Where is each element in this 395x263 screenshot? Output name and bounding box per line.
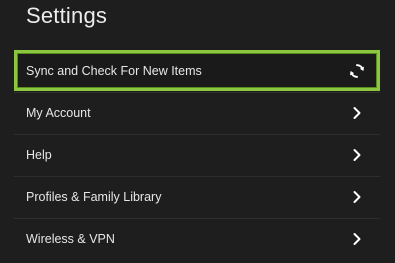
menu-item-profiles-family-library[interactable]: Profiles & Family Library [14, 176, 380, 217]
menu-item-label: Profiles & Family Library [26, 190, 162, 204]
menu-item-label: Wireless & VPN [26, 232, 115, 246]
menu-item-my-account[interactable]: My Account [14, 92, 380, 133]
chevron-right-icon [348, 104, 366, 122]
chevron-right-icon [348, 146, 366, 164]
chevron-right-icon [348, 188, 366, 206]
menu-item-label: Sync and Check For New Items [26, 63, 202, 78]
menu-item-wireless-vpn[interactable]: Wireless & VPN [14, 218, 380, 259]
menu-item-help[interactable]: Help [14, 134, 380, 175]
page-title: Settings [26, 3, 108, 28]
settings-screen: Settings Sync and Check For New Items My… [0, 0, 395, 263]
settings-menu: Sync and Check For New Items My Account … [14, 50, 380, 260]
menu-item-sync[interactable]: Sync and Check For New Items [14, 50, 380, 91]
menu-item-label: Help [26, 148, 52, 162]
chevron-right-icon [348, 230, 366, 248]
sync-icon[interactable] [348, 62, 366, 80]
menu-item-label: My Account [26, 106, 91, 120]
